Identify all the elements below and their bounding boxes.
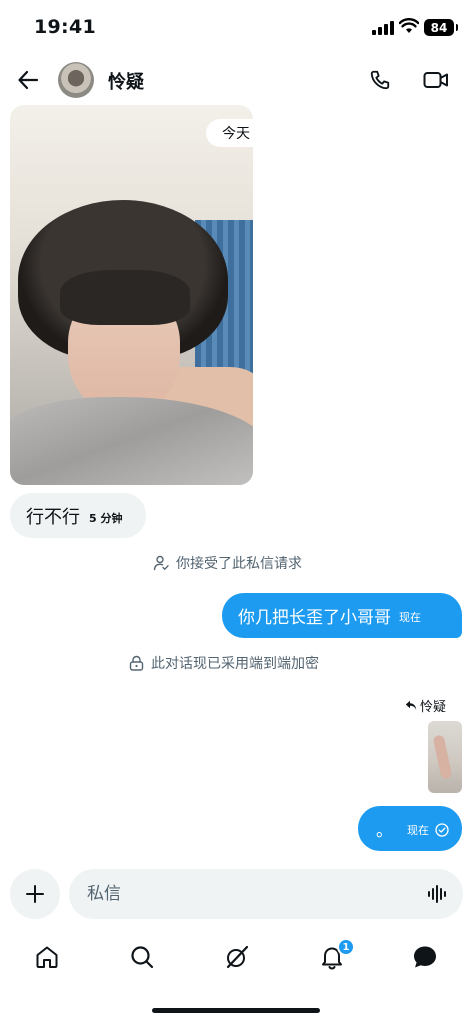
- photo-fringe: [60, 270, 190, 325]
- search-icon[interactable]: [127, 942, 157, 972]
- request-accepted-notice: 你接受了此私信请求: [153, 553, 302, 573]
- message-composer: [0, 866, 473, 922]
- video-camera-icon[interactable]: [422, 67, 450, 93]
- contact-name[interactable]: 怜疑: [108, 68, 144, 94]
- sent-message-bubble[interactable]: 你几把长歪了小哥哥 现在: [222, 593, 462, 638]
- sent-message-bubble-2[interactable]: 。 现在: [358, 806, 462, 851]
- received-message-time: 5 分钟: [89, 511, 123, 525]
- encryption-notice-text: 此对话现已采用端到端加密: [151, 656, 319, 672]
- phone-icon[interactable]: [367, 67, 393, 93]
- plus-icon[interactable]: [10, 869, 60, 919]
- status-time: 19:41: [34, 16, 96, 38]
- request-accepted-text: 你接受了此私信请求: [176, 556, 302, 572]
- read-receipt-check-icon: [435, 822, 449, 837]
- battery-icon: 84: [424, 19, 458, 36]
- sent-message-time: 现在: [399, 611, 421, 624]
- reply-label-name: 怜疑: [420, 700, 447, 715]
- received-message-bubble[interactable]: 行不行 5 分钟: [10, 493, 146, 538]
- grok-icon[interactable]: [222, 942, 252, 972]
- conversation-header: 怜疑: [0, 56, 473, 104]
- encryption-notice: 此对话现已采用端到端加密: [129, 653, 319, 673]
- lock-icon: [129, 655, 144, 671]
- sent-message-2-text: 。: [376, 821, 393, 841]
- cellular-signal-icon: [372, 21, 394, 35]
- bottom-tab-bar: [0, 932, 473, 982]
- sent-message-2-time: 现在: [407, 824, 429, 837]
- contact-avatar[interactable]: [58, 62, 94, 98]
- sent-message-text: 你几把长歪了小哥哥: [238, 608, 391, 628]
- wifi-icon: [398, 18, 420, 34]
- photo-message[interactable]: [10, 105, 253, 485]
- back-arrow-icon[interactable]: [14, 66, 42, 94]
- reply-arrow-icon: [405, 700, 417, 710]
- voice-waveform-icon[interactable]: [425, 881, 451, 907]
- messages-icon[interactable]: [410, 942, 440, 972]
- received-message-text: 行不行: [26, 506, 80, 528]
- home-indicator[interactable]: [152, 1008, 320, 1013]
- date-separator: 今天: [206, 119, 266, 147]
- reply-label: 怜疑: [405, 696, 446, 715]
- home-icon[interactable]: [32, 942, 62, 972]
- shared-media-thumbnail[interactable]: [428, 721, 462, 793]
- person-check-icon: [153, 555, 169, 571]
- status-bar: 19:41 84: [0, 0, 473, 56]
- message-input[interactable]: [87, 869, 407, 919]
- message-field[interactable]: [69, 869, 463, 919]
- photo-blanket: [10, 397, 253, 485]
- notification-badge: 1: [337, 938, 355, 956]
